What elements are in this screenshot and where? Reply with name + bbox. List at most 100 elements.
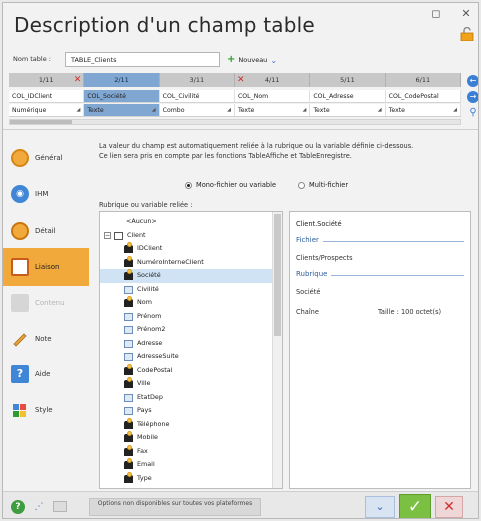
dropdown-icon[interactable]: ◢: [76, 107, 80, 113]
column-strip-scrollbar[interactable]: [9, 119, 461, 125]
help-icon[interactable]: ?: [11, 500, 25, 514]
column-type-cell[interactable]: Texte ◢: [84, 104, 160, 116]
network-icon[interactable]: ⋰: [31, 500, 47, 514]
bottom-bar: ? ⋰ Options non disponibles sur toutes v…: [3, 491, 478, 518]
arrow-right-icon[interactable]: →: [467, 91, 478, 103]
column-type-cell[interactable]: Texte ◢: [310, 104, 386, 116]
tree-item[interactable]: IDClient: [100, 242, 272, 256]
dropdown-icon[interactable]: ◢: [378, 107, 382, 113]
column-type-label: Texte: [313, 107, 330, 114]
sidebar-item-label: Détail: [35, 227, 56, 235]
cancel-button[interactable]: ✕: [435, 496, 463, 518]
collapse-icon[interactable]: −: [104, 231, 111, 239]
tree-item[interactable]: AdresseSuite: [100, 350, 272, 364]
restore-icon[interactable]: ◻: [427, 7, 445, 21]
column-number-label: 2/11: [114, 76, 129, 84]
table-name-label: Nom table :: [13, 55, 51, 63]
close-icon[interactable]: ✕: [457, 7, 475, 21]
tree-item[interactable]: Mobile: [100, 431, 272, 445]
tree-item-label: Adresse: [137, 338, 163, 347]
column-number-6[interactable]: 6/11: [386, 73, 461, 87]
key-field-icon: [124, 417, 133, 429]
delete-column-icon[interactable]: ✕: [74, 73, 82, 87]
tree-item[interactable]: NuméroInterneClient: [100, 255, 272, 270]
chevron-down-button[interactable]: ⌄: [365, 496, 395, 518]
tree-item[interactable]: Prénom: [100, 310, 272, 324]
column-type-label: Texte: [237, 107, 255, 114]
tree-item[interactable]: CodePostal: [100, 363, 272, 378]
tree-item[interactable]: Prénom2: [100, 323, 272, 337]
tree-item[interactable]: Ville: [100, 377, 272, 391]
lock-icon[interactable]: [460, 27, 474, 41]
tree-item[interactable]: Email: [100, 458, 272, 472]
field-icon: [124, 353, 133, 361]
column-name-cell[interactable]: COL_Adresse: [310, 90, 386, 102]
dropdown-icon[interactable]: ◢: [302, 107, 306, 113]
tree-item[interactable]: Type: [100, 471, 272, 486]
arrow-left-icon[interactable]: ←: [467, 75, 478, 87]
dropdown-icon[interactable]: ◢: [227, 107, 231, 113]
tree-scrollbar[interactable]: [272, 212, 282, 488]
column-type-cell[interactable]: Texte ◢: [386, 104, 461, 116]
column-number-4[interactable]: 4/11 ✕: [235, 73, 311, 87]
tree-item[interactable]: Pays: [100, 404, 272, 418]
tree-item[interactable]: Société: [100, 269, 272, 283]
details-field-name: Client.Société: [296, 220, 342, 228]
column-name-cell[interactable]: COL_Civilité: [160, 90, 235, 102]
column-type-cell[interactable]: Numérique ◢: [9, 104, 85, 116]
sidebar-item-détail[interactable]: Détail: [3, 212, 89, 250]
double-chevron-down-icon[interactable]: ⌄: [270, 56, 277, 65]
column-name-cell[interactable]: COL_Nom: [235, 90, 311, 102]
key-field-icon: [124, 296, 133, 307]
general-icon: [11, 149, 29, 167]
link-panel: La valeur du champ est automatiquement r…: [93, 135, 475, 491]
sidebar-item-général[interactable]: Général: [3, 139, 89, 177]
sidebar-item-contenu: Contenu: [3, 284, 89, 322]
ok-button[interactable]: ✓: [399, 494, 431, 518]
column-number-3[interactable]: 3/11: [160, 73, 235, 87]
message-icon[interactable]: [53, 501, 67, 512]
tree-item-label: NuméroInterneClient: [137, 257, 204, 266]
column-number-label: 6/11: [415, 76, 431, 84]
search-icon[interactable]: ⚲: [467, 107, 478, 119]
column-name-cell[interactable]: COL_Société: [84, 90, 160, 102]
radio-mono-file[interactable]: Mono-fichier ou variable: [185, 181, 276, 189]
tree-scrollbar-thumb[interactable]: [274, 214, 281, 336]
sidebar-item-note[interactable]: Note: [3, 320, 89, 358]
sidebar-item-liaison[interactable]: Liaison: [3, 248, 89, 286]
column-number-5[interactable]: 5/11: [310, 73, 386, 87]
dropdown-icon[interactable]: ◢: [152, 107, 156, 113]
column-type-cell[interactable]: Combo ◢: [160, 104, 235, 116]
tree-item[interactable]: Civilité: [100, 283, 272, 297]
radio-mono-dot[interactable]: [185, 181, 192, 189]
key-field-icon: [124, 471, 133, 483]
delete-column-icon[interactable]: ✕: [237, 73, 245, 87]
tree-item[interactable]: Nom: [100, 296, 272, 310]
tree-item[interactable]: <Aucun>: [100, 215, 272, 229]
column-type-cell[interactable]: Texte ◢: [235, 104, 311, 116]
column-type-label: Combo: [162, 107, 185, 114]
tree-item[interactable]: Téléphone: [100, 417, 272, 432]
tree-node-table[interactable]: − Client: [100, 229, 272, 243]
radio-multi-dot[interactable]: [298, 181, 306, 189]
field-tree[interactable]: <Aucun> − Client IDClient NuméroInterneClien…: [99, 211, 283, 489]
table-name-field[interactable]: TABLE_Clients: [65, 52, 220, 67]
sidebar-item-style[interactable]: Style: [3, 391, 89, 429]
tree-item[interactable]: Fax: [100, 444, 272, 459]
dropdown-icon[interactable]: ◢: [453, 107, 457, 113]
column-number-1[interactable]: 1/11 ✕: [9, 73, 85, 87]
scrollbar-thumb[interactable]: [10, 120, 72, 124]
sidebar-item-aide[interactable]: ? Aide: [3, 355, 89, 393]
check-icon: ✓: [407, 497, 423, 517]
tree-item-label: Ville: [137, 379, 151, 387]
column-number-2[interactable]: 2/11: [84, 73, 160, 87]
column-name-cell[interactable]: COL_CodePostal: [386, 90, 461, 102]
radio-multi-file[interactable]: Multi-fichier: [298, 181, 348, 189]
tree-item[interactable]: EtatDep: [100, 391, 272, 405]
column-name-cell[interactable]: COL_IDClient: [9, 90, 85, 102]
sidebar-item-ihm[interactable]: ◉ IHM: [3, 175, 89, 213]
radio-mono-label: Mono-fichier ou variable: [196, 181, 277, 189]
new-column-button[interactable]: + Nouveau ⌄: [227, 53, 277, 67]
tree-item[interactable]: Adresse: [100, 337, 272, 351]
tree-item-label: AdresseSuite: [137, 352, 179, 360]
